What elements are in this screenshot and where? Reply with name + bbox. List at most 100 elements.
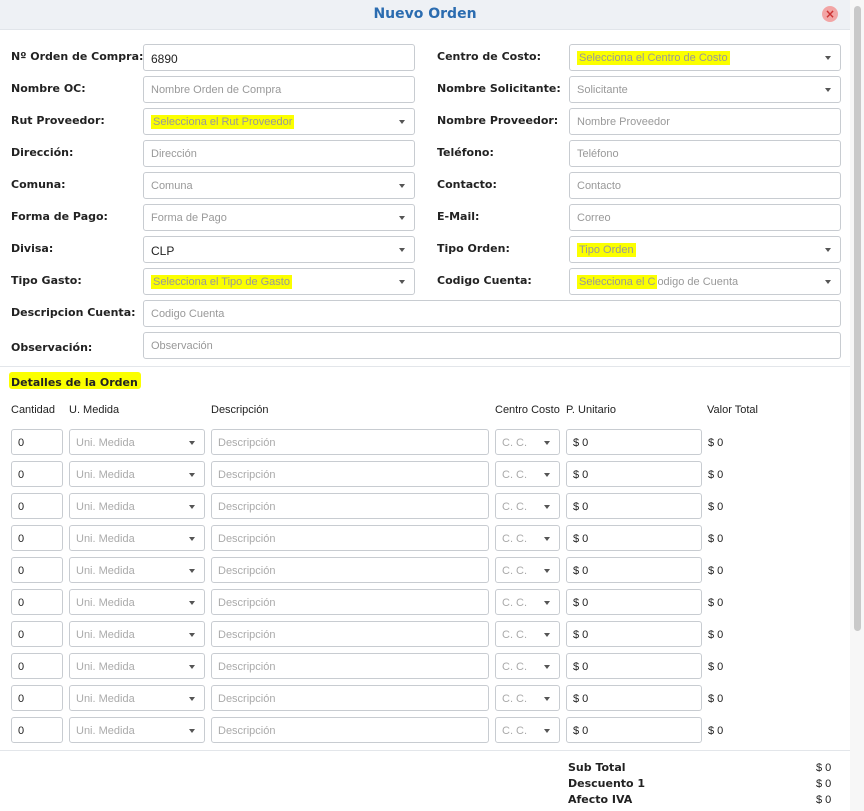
unidad-select[interactable]: Uni. Medida xyxy=(69,685,205,711)
chevron-down-icon xyxy=(189,601,195,605)
centro-placeholder: C. C. xyxy=(502,629,528,641)
tipo-gasto-label: Tipo Gasto: xyxy=(11,274,82,287)
centro-costo-label: Centro de Costo: xyxy=(437,50,541,63)
cantidad-input[interactable]: 0 xyxy=(11,525,63,551)
nombre-proveedor-input[interactable]: Nombre Proveedor xyxy=(569,108,841,135)
close-icon[interactable]: × xyxy=(822,6,838,22)
telefono-input[interactable]: Teléfono xyxy=(569,140,841,167)
cantidad-input[interactable]: 0 xyxy=(11,461,63,487)
cantidad-input[interactable]: 0 xyxy=(11,493,63,519)
unidad-select[interactable]: Uni. Medida xyxy=(69,589,205,615)
descripcion-input[interactable]: Descripción xyxy=(211,653,489,679)
unidad-select[interactable]: Uni. Medida xyxy=(69,717,205,743)
unidad-select[interactable]: Uni. Medida xyxy=(69,461,205,487)
centro-select[interactable]: C. C. xyxy=(495,557,560,583)
tipo-gasto-placeholder: Selecciona el Tipo de Gasto xyxy=(151,275,292,289)
descripcion-input[interactable]: Descripción xyxy=(211,621,489,647)
scrollbar-thumb[interactable] xyxy=(854,6,861,631)
centro-select[interactable]: C. C. xyxy=(495,429,560,455)
precio-input[interactable]: $ 0 xyxy=(566,589,702,615)
centro-select[interactable]: C. C. xyxy=(495,461,560,487)
unidad-select[interactable]: Uni. Medida xyxy=(69,493,205,519)
descripcion-input[interactable]: Descripción xyxy=(211,717,489,743)
centro-placeholder: C. C. xyxy=(502,661,528,673)
unidad-select[interactable]: Uni. Medida xyxy=(69,525,205,551)
centro-placeholder: C. C. xyxy=(502,533,528,545)
scrollbar[interactable] xyxy=(850,0,864,811)
chevron-down-icon xyxy=(189,569,195,573)
codigo-cuenta-select[interactable]: Selecciona el Codigo de Cuenta xyxy=(569,268,841,295)
modal-header: Nuevo Orden × xyxy=(0,0,850,30)
cantidad-input[interactable]: 0 xyxy=(11,621,63,647)
precio-input[interactable]: $ 0 xyxy=(566,653,702,679)
unidad-select[interactable]: Uni. Medida xyxy=(69,621,205,647)
precio-input[interactable]: $ 0 xyxy=(566,685,702,711)
divisa-select[interactable]: CLP xyxy=(143,236,415,263)
cantidad-input[interactable]: 0 xyxy=(11,717,63,743)
section-divider xyxy=(0,366,850,367)
tipo-gasto-select[interactable]: Selecciona el Tipo de Gasto xyxy=(143,268,415,295)
centro-select[interactable]: C. C. xyxy=(495,621,560,647)
descuento-label: Descuento 1 xyxy=(568,777,646,790)
comuna-placeholder: Comuna xyxy=(151,180,193,192)
unidad-select[interactable]: Uni. Medida xyxy=(69,429,205,455)
precio-input[interactable]: $ 0 xyxy=(566,717,702,743)
precio-input[interactable]: $ 0 xyxy=(566,429,702,455)
unidad-select[interactable]: Uni. Medida xyxy=(69,653,205,679)
centro-costo-select[interactable]: Selecciona el Centro de Costo xyxy=(569,44,841,71)
col-header-precio-unitario: P. Unitario xyxy=(566,404,616,416)
centro-select[interactable]: C. C. xyxy=(495,525,560,551)
chevron-down-icon xyxy=(399,120,405,124)
precio-input[interactable]: $ 0 xyxy=(566,493,702,519)
tipo-orden-select[interactable]: Tipo Orden xyxy=(569,236,841,263)
precio-input[interactable]: $ 0 xyxy=(566,557,702,583)
descripcion-input[interactable]: Descripción xyxy=(211,525,489,551)
centro-select[interactable]: C. C. xyxy=(495,653,560,679)
unidad-placeholder: Uni. Medida xyxy=(76,661,135,673)
descripcion-input[interactable]: Descripción xyxy=(211,493,489,519)
direccion-input[interactable]: Dirección xyxy=(143,140,415,167)
afecto-iva-value: $ 0 xyxy=(816,794,832,806)
valor-total: $ 0 xyxy=(708,725,724,737)
nombre-solicitante-placeholder: Solicitante xyxy=(577,84,628,96)
direccion-label: Dirección: xyxy=(11,146,74,159)
precio-input[interactable]: $ 0 xyxy=(566,525,702,551)
descripcion-cuenta-label: Descripcion Cuenta: xyxy=(11,306,136,319)
cantidad-input[interactable]: 0 xyxy=(11,653,63,679)
centro-placeholder: C. C. xyxy=(502,469,528,481)
centro-select[interactable]: C. C. xyxy=(495,589,560,615)
comuna-select[interactable]: Comuna xyxy=(143,172,415,199)
rut-proveedor-select[interactable]: Selecciona el Rut Proveedor xyxy=(143,108,415,135)
cantidad-input[interactable]: 0 xyxy=(11,429,63,455)
precio-input[interactable]: $ 0 xyxy=(566,621,702,647)
descripcion-input[interactable]: Descripción xyxy=(211,429,489,455)
descripcion-input[interactable]: Descripción xyxy=(211,557,489,583)
forma-pago-select[interactable]: Forma de Pago xyxy=(143,204,415,231)
centro-select[interactable]: C. C. xyxy=(495,717,560,743)
descripcion-input[interactable]: Descripción xyxy=(211,685,489,711)
contacto-input[interactable]: Contacto xyxy=(569,172,841,199)
unidad-select[interactable]: Uni. Medida xyxy=(69,557,205,583)
descripcion-input[interactable]: Descripción xyxy=(211,461,489,487)
valor-total: $ 0 xyxy=(708,565,724,577)
orden-compra-input[interactable]: 6890 xyxy=(143,44,415,71)
email-label: E-Mail: xyxy=(437,210,480,223)
nombre-oc-input[interactable]: Nombre Orden de Compra xyxy=(143,76,415,103)
precio-input[interactable]: $ 0 xyxy=(566,461,702,487)
nombre-oc-label: Nombre OC: xyxy=(11,82,86,95)
chevron-down-icon xyxy=(544,569,550,573)
cantidad-input[interactable]: 0 xyxy=(11,557,63,583)
cantidad-input[interactable]: 0 xyxy=(11,685,63,711)
centro-select[interactable]: C. C. xyxy=(495,493,560,519)
modal-title: Nuevo Orden xyxy=(373,6,477,22)
cantidad-input[interactable]: 0 xyxy=(11,589,63,615)
email-input[interactable]: Correo xyxy=(569,204,841,231)
observacion-input[interactable]: Observación xyxy=(143,332,841,359)
chevron-down-icon xyxy=(544,537,550,541)
centro-select[interactable]: C. C. xyxy=(495,685,560,711)
divisa-label: Divisa: xyxy=(11,242,54,255)
descripcion-input[interactable]: Descripción xyxy=(211,589,489,615)
nombre-proveedor-label: Nombre Proveedor: xyxy=(437,114,559,127)
descripcion-cuenta-input[interactable]: Codigo Cuenta xyxy=(143,300,841,327)
nombre-solicitante-select[interactable]: Solicitante xyxy=(569,76,841,103)
